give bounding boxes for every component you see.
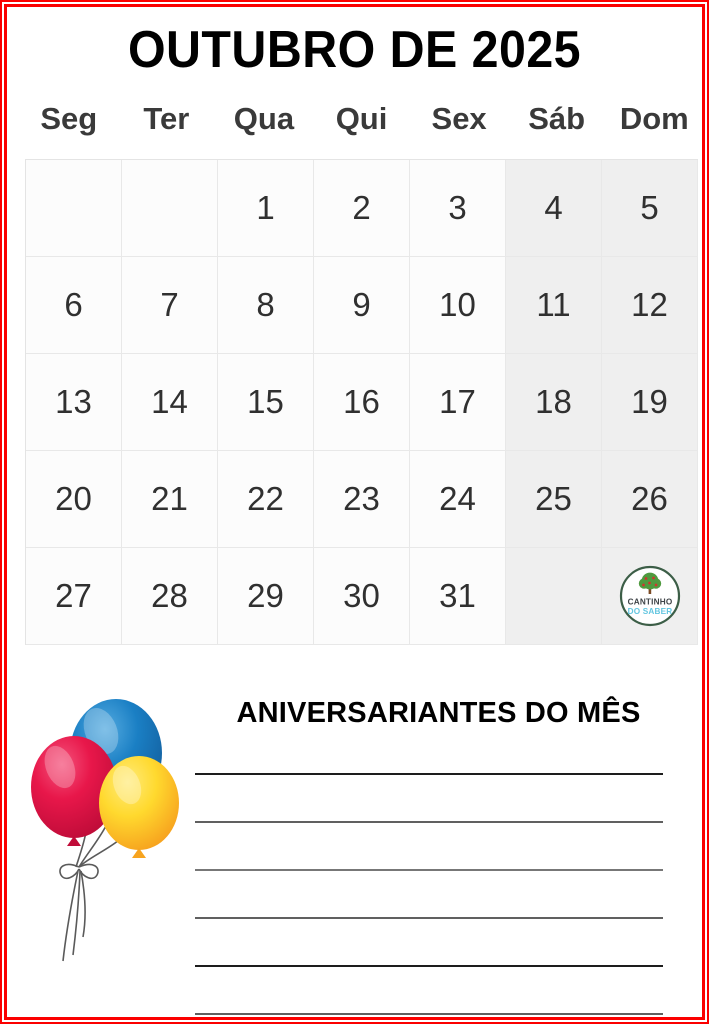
calendar-grid: 1 2 3 4 5 6 7 8 9 10 11 12 13 14 15 16 17 18 19 20 21 22 23 24 2… bbox=[25, 159, 698, 645]
day-number: 20 bbox=[55, 479, 92, 517]
birthday-write-line[interactable] bbox=[195, 869, 663, 871]
day-number: 5 bbox=[640, 188, 659, 226]
day-number: 11 bbox=[536, 285, 571, 323]
birthdays-section-title: ANIVERSARIANTES DO MÊS bbox=[236, 697, 641, 729]
day-number: 23 bbox=[343, 479, 380, 517]
day-number: 7 bbox=[160, 285, 179, 323]
calendar-logo-cell: CANTINHODO SABER bbox=[602, 548, 698, 645]
calendar-day-cell[interactable]: 11 bbox=[506, 257, 602, 354]
calendar-day-cell[interactable]: 17 bbox=[410, 354, 506, 451]
weekday-header-dom: Dom bbox=[619, 101, 689, 136]
day-number: 17 bbox=[439, 382, 476, 420]
day-number: 10 bbox=[439, 285, 476, 323]
calendar-day-cell[interactable]: 10 bbox=[410, 257, 506, 354]
day-number: 22 bbox=[247, 479, 284, 517]
day-number: 2 bbox=[352, 188, 371, 226]
day-number: 30 bbox=[343, 576, 380, 614]
calendar-day-cell[interactable]: 26 bbox=[602, 451, 698, 548]
calendar-day-cell[interactable]: 30 bbox=[314, 548, 410, 645]
calendar-day-cell[interactable]: 12 bbox=[602, 257, 698, 354]
calendar-page: OUTUBRO DE 2025 Seg Ter Qua Qui Sex Sáb … bbox=[0, 0, 709, 1024]
birthday-write-line[interactable] bbox=[195, 917, 663, 919]
weekday-header-seg: Seg bbox=[40, 101, 98, 136]
day-number: 12 bbox=[631, 285, 668, 323]
calendar-day-cell[interactable]: 21 bbox=[122, 451, 218, 548]
day-number: 9 bbox=[352, 285, 371, 323]
calendar-day-cell[interactable]: 9 bbox=[314, 257, 410, 354]
svg-text:DO SABER: DO SABER bbox=[627, 607, 672, 616]
calendar-day-cell[interactable]: 27 bbox=[26, 548, 122, 645]
calendar-day-cell[interactable]: 14 bbox=[122, 354, 218, 451]
calendar-empty-cell bbox=[26, 160, 122, 257]
calendar-day-cell[interactable]: 28 bbox=[122, 548, 218, 645]
calendar-day-cell[interactable]: 18 bbox=[506, 354, 602, 451]
day-number: 29 bbox=[247, 576, 284, 614]
day-number: 15 bbox=[247, 382, 284, 420]
cantinho-do-saber-logo: CANTINHODO SABER bbox=[619, 565, 681, 627]
calendar-day-cell[interactable]: 31 bbox=[410, 548, 506, 645]
weekday-header-sab: Sáb bbox=[528, 101, 586, 136]
page-title: OUTUBRO DE 2025 bbox=[127, 21, 582, 79]
calendar-day-cell[interactable]: 7 bbox=[122, 257, 218, 354]
calendar-day-cell[interactable]: 22 bbox=[218, 451, 314, 548]
day-number: 6 bbox=[64, 285, 83, 323]
calendar-day-cell[interactable]: 6 bbox=[26, 257, 122, 354]
calendar-day-cell[interactable]: 19 bbox=[602, 354, 698, 451]
birthday-write-line[interactable] bbox=[195, 965, 663, 967]
day-number: 8 bbox=[256, 285, 275, 323]
birthday-write-line[interactable] bbox=[195, 773, 663, 775]
day-number: 14 bbox=[151, 382, 188, 420]
calendar-empty-cell bbox=[506, 548, 602, 645]
day-number: 26 bbox=[631, 479, 668, 517]
day-number: 21 bbox=[151, 479, 188, 517]
calendar-day-cell[interactable]: 3 bbox=[410, 160, 506, 257]
weekday-header-row: Seg Ter Qua Qui Sex Sáb Dom bbox=[20, 99, 703, 139]
calendar-day-cell[interactable]: 8 bbox=[218, 257, 314, 354]
day-number: 19 bbox=[631, 382, 668, 420]
day-number: 4 bbox=[544, 188, 563, 226]
birthday-write-line[interactable] bbox=[195, 1013, 663, 1015]
calendar-day-cell[interactable]: 13 bbox=[26, 354, 122, 451]
day-number: 18 bbox=[535, 382, 572, 420]
weekday-header-qua: Qua bbox=[233, 101, 295, 136]
birthday-write-lines bbox=[195, 747, 663, 1027]
weekday-header-ter: Ter bbox=[143, 101, 190, 136]
calendar-empty-cell bbox=[122, 160, 218, 257]
day-number: 27 bbox=[55, 576, 92, 614]
day-number: 28 bbox=[151, 576, 188, 614]
day-number: 3 bbox=[448, 188, 467, 226]
day-number: 1 bbox=[256, 188, 275, 226]
day-number: 24 bbox=[439, 479, 476, 517]
weekday-header-qui: Qui bbox=[335, 101, 388, 136]
calendar-day-cell[interactable]: 2 bbox=[314, 160, 410, 257]
calendar-day-cell[interactable]: 25 bbox=[506, 451, 602, 548]
page-content: OUTUBRO DE 2025 Seg Ter Qua Qui Sex Sáb … bbox=[7, 7, 702, 1017]
svg-text:CANTINHO: CANTINHO bbox=[627, 598, 672, 607]
birthday-write-line[interactable] bbox=[195, 821, 663, 823]
calendar-day-cell[interactable]: 4 bbox=[506, 160, 602, 257]
weekday-header-sex: Sex bbox=[431, 101, 487, 136]
balloons-icon bbox=[21, 675, 181, 975]
calendar-day-cell[interactable]: 20 bbox=[26, 451, 122, 548]
day-number: 16 bbox=[343, 382, 380, 420]
day-number: 13 bbox=[55, 382, 92, 420]
calendar-day-cell[interactable]: 5 bbox=[602, 160, 698, 257]
decorative-red-frame: OUTUBRO DE 2025 Seg Ter Qua Qui Sex Sáb … bbox=[4, 4, 705, 1020]
calendar-day-cell[interactable]: 23 bbox=[314, 451, 410, 548]
day-number: 25 bbox=[535, 479, 572, 517]
calendar-day-cell[interactable]: 16 bbox=[314, 354, 410, 451]
calendar-day-cell[interactable]: 24 bbox=[410, 451, 506, 548]
day-number: 31 bbox=[439, 576, 476, 614]
calendar-day-cell[interactable]: 15 bbox=[218, 354, 314, 451]
calendar-day-cell[interactable]: 29 bbox=[218, 548, 314, 645]
calendar-day-cell[interactable]: 1 bbox=[218, 160, 314, 257]
